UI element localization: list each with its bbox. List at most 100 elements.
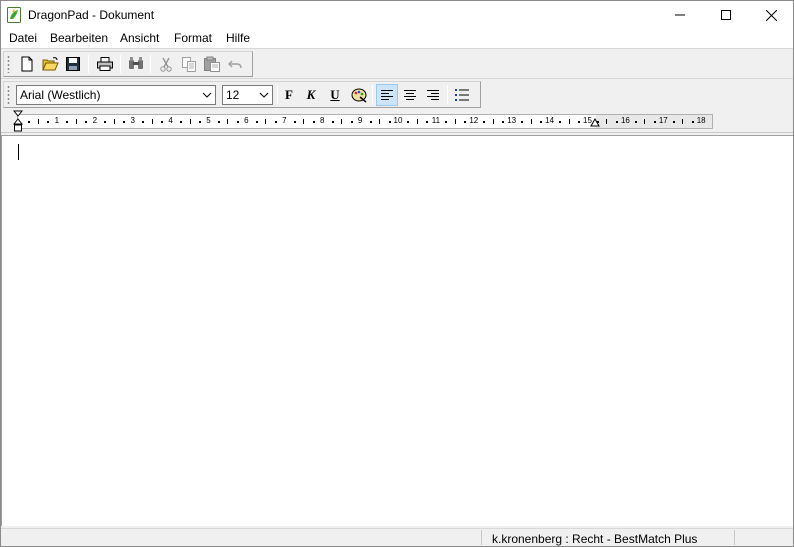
ruler-tick [416, 119, 418, 124]
ruler-dot [540, 121, 543, 123]
ruler-tick [530, 119, 532, 124]
open-button[interactable] [39, 53, 61, 75]
ruler-dot [578, 121, 581, 123]
ruler-tick [682, 119, 684, 124]
menu-hilfe[interactable]: Hilfe [226, 31, 250, 45]
ruler-dot [180, 121, 183, 123]
undo-button[interactable] [224, 53, 246, 75]
ruler-number: 11 [431, 116, 441, 125]
copy-icon [181, 56, 196, 72]
font-size-select[interactable]: 12 [222, 85, 273, 105]
ruler-dot [521, 121, 524, 123]
ruler-dot [47, 121, 50, 123]
format-toolbar: Arial (Westlich) 12 F K U [3, 81, 481, 108]
align-right-icon [427, 89, 439, 100]
print-button[interactable] [94, 53, 116, 75]
ruler-number: 9 [357, 116, 363, 125]
left-indent-marker-icon[interactable] [13, 110, 24, 133]
font-name-select[interactable]: Arial (Westlich) [16, 85, 216, 105]
paste-button[interactable] [201, 53, 223, 75]
menu-bar: Datei Bearbeiten Ansicht Format Hilfe [1, 29, 793, 48]
cut-button[interactable] [155, 53, 177, 75]
copy-button[interactable] [178, 53, 200, 75]
underline-button[interactable]: U [324, 84, 346, 106]
text-caret [18, 144, 19, 160]
undo-icon [228, 60, 242, 69]
new-document-icon [21, 56, 33, 72]
status-text: k.kronenberg : Recht - BestMatch Plus [492, 532, 698, 546]
find-icon [129, 57, 143, 69]
align-left-icon [381, 89, 393, 100]
maximize-icon [721, 10, 731, 20]
ruler[interactable]: 1 2 3 4 5 6 7 8 9 10 11 12 13 14 15 16 17 18 [1, 109, 793, 133]
ruler-dot [445, 121, 448, 123]
find-button[interactable] [125, 53, 147, 75]
menu-datei[interactable]: Datei [9, 31, 37, 45]
ruler-tick [37, 119, 39, 124]
cut-icon [160, 57, 172, 72]
ruler-number: 3 [130, 116, 135, 125]
align-center-button[interactable] [399, 84, 421, 106]
document-editor[interactable] [1, 135, 793, 526]
title-bar[interactable]: DragonPad - Dokument [1, 1, 793, 29]
ruler-tick [151, 119, 153, 124]
close-icon [765, 9, 777, 21]
align-center-icon [404, 89, 416, 100]
ruler-dot [199, 121, 202, 123]
ruler-dot [142, 121, 145, 123]
ruler-number: 12 [469, 116, 479, 125]
close-button[interactable] [748, 1, 794, 29]
ruler-tick [379, 119, 381, 124]
ruler-tick [606, 119, 608, 124]
ruler-dot [483, 121, 486, 123]
ruler-tick [113, 119, 115, 124]
ruler-dot [217, 121, 220, 123]
align-left-button[interactable] [376, 84, 398, 106]
ruler-number: 5 [206, 116, 211, 125]
ruler-number: 7 [282, 116, 287, 125]
toolbar-grip[interactable] [7, 55, 10, 73]
ruler-dot [502, 121, 505, 123]
ruler-dot [369, 121, 372, 123]
ruler-dot [559, 121, 562, 123]
right-indent-marker-icon[interactable] [590, 118, 601, 128]
app-window: DragonPad - Dokument Datei Bearbeiten An… [0, 0, 794, 547]
save-button[interactable] [62, 53, 84, 75]
ruler-tick [341, 119, 343, 124]
ruler-number: 6 [244, 116, 249, 125]
maximize-button[interactable] [703, 1, 749, 29]
bullet-list-button[interactable] [451, 84, 473, 106]
ruler-dot [464, 121, 467, 123]
font-size-value: 12 [226, 88, 240, 102]
italic-button[interactable]: K [300, 84, 322, 106]
toolbar-separator [120, 55, 121, 73]
bold-button[interactable]: F [278, 84, 300, 106]
ruler-number: 18 [696, 116, 706, 125]
status-bar: k.kronenberg : Recht - BestMatch Plus [1, 528, 793, 546]
minimize-button[interactable] [657, 1, 703, 29]
ruler-dot [104, 121, 107, 123]
chevron-down-icon [202, 92, 212, 98]
ruler-tick [265, 119, 267, 124]
standard-toolbar [3, 51, 253, 77]
align-right-button[interactable] [422, 84, 444, 106]
toolbar-separator [447, 85, 448, 104]
ruler-dot [691, 121, 694, 123]
text-color-button[interactable] [348, 84, 370, 106]
toolbar-separator [150, 55, 151, 73]
new-document-button[interactable] [16, 53, 38, 75]
ruler-number: 1 [54, 116, 60, 125]
menu-ansicht[interactable]: Ansicht [120, 31, 159, 45]
open-folder-icon [41, 57, 59, 71]
ruler-dot [28, 121, 31, 123]
status-pane-separator [481, 530, 482, 545]
bullet-list-icon [455, 89, 469, 101]
ruler-tick [227, 119, 229, 124]
ruler-dot [388, 121, 391, 123]
status-pane-separator [734, 530, 735, 545]
menu-format[interactable]: Format [174, 31, 212, 45]
dragonpad-app-icon [7, 7, 21, 23]
menu-bearbeiten[interactable]: Bearbeiten [50, 31, 108, 45]
toolbar-grip[interactable] [7, 85, 10, 104]
ruler-number: 2 [92, 116, 98, 125]
